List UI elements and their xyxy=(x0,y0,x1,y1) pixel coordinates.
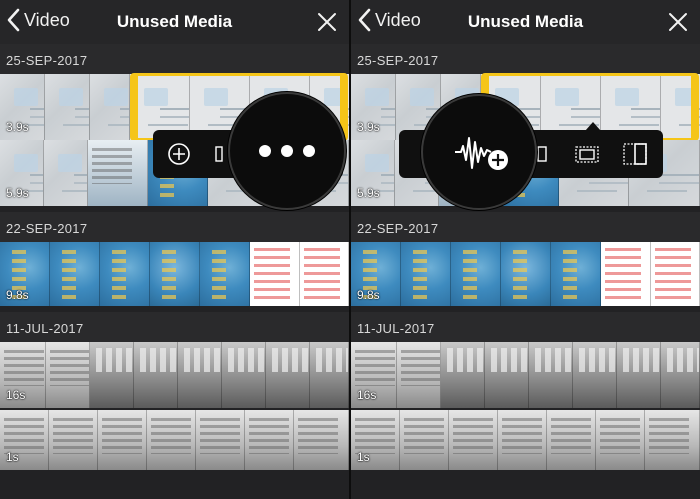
magnifier-lens xyxy=(421,94,537,210)
split-icon[interactable] xyxy=(215,144,229,164)
date-header: 11-JUL-2017 xyxy=(0,312,349,342)
back-button[interactable]: Video xyxy=(357,8,421,32)
clip-row[interactable]: 1s xyxy=(0,410,349,470)
chevron-left-icon xyxy=(358,8,371,32)
clip-row[interactable]: 16s xyxy=(351,342,700,408)
date-header: 22-SEP-2017 xyxy=(351,212,700,242)
clip-row[interactable]: 1s xyxy=(351,410,700,470)
clip-duration: 9.8s xyxy=(6,288,29,302)
split-icon[interactable] xyxy=(537,144,557,164)
date-header: 25-SEP-2017 xyxy=(351,44,700,74)
detach-audio-icon[interactable] xyxy=(453,130,511,176)
date-header: 11-JUL-2017 xyxy=(351,312,700,342)
back-label: Video xyxy=(24,9,70,30)
clip-duration: 16s xyxy=(6,388,26,402)
close-icon[interactable] xyxy=(315,10,339,34)
clip-row[interactable]: 9.8s xyxy=(0,242,349,306)
clip-duration: 16s xyxy=(357,388,377,402)
left-screen: Video Unused Media 25-SEP-2017 3.9s 5.9s… xyxy=(0,0,349,499)
split-screen-icon[interactable] xyxy=(623,142,647,166)
chevron-left-icon xyxy=(7,8,20,32)
back-label: Video xyxy=(375,9,421,30)
clip-row[interactable]: 9.8s xyxy=(351,242,700,306)
clip-duration: 1s xyxy=(6,450,19,464)
date-header: 25-SEP-2017 xyxy=(0,44,349,74)
back-button[interactable]: Video xyxy=(6,8,70,32)
clip-duration: 1s xyxy=(357,450,370,464)
right-screen: Video Unused Media 25-SEP-2017 3.9s 5.9s… xyxy=(351,0,700,499)
picture-in-picture-icon[interactable] xyxy=(575,144,599,164)
magnifier-lens xyxy=(228,92,346,210)
clip-duration: 5.9s xyxy=(357,186,380,200)
clip-row[interactable]: 16s xyxy=(0,342,349,408)
nav-bar: Video Unused Media xyxy=(351,0,700,44)
clip-duration: 3.9s xyxy=(6,120,29,134)
clip-duration: 3.9s xyxy=(357,120,380,134)
date-header: 22-SEP-2017 xyxy=(0,212,349,242)
close-icon[interactable] xyxy=(666,10,690,34)
clip-duration: 9.8s xyxy=(357,288,380,302)
more-icon[interactable] xyxy=(258,144,316,158)
add-icon[interactable] xyxy=(167,142,191,166)
nav-bar: Video Unused Media xyxy=(0,0,349,44)
clip-duration: 5.9s xyxy=(6,186,29,200)
